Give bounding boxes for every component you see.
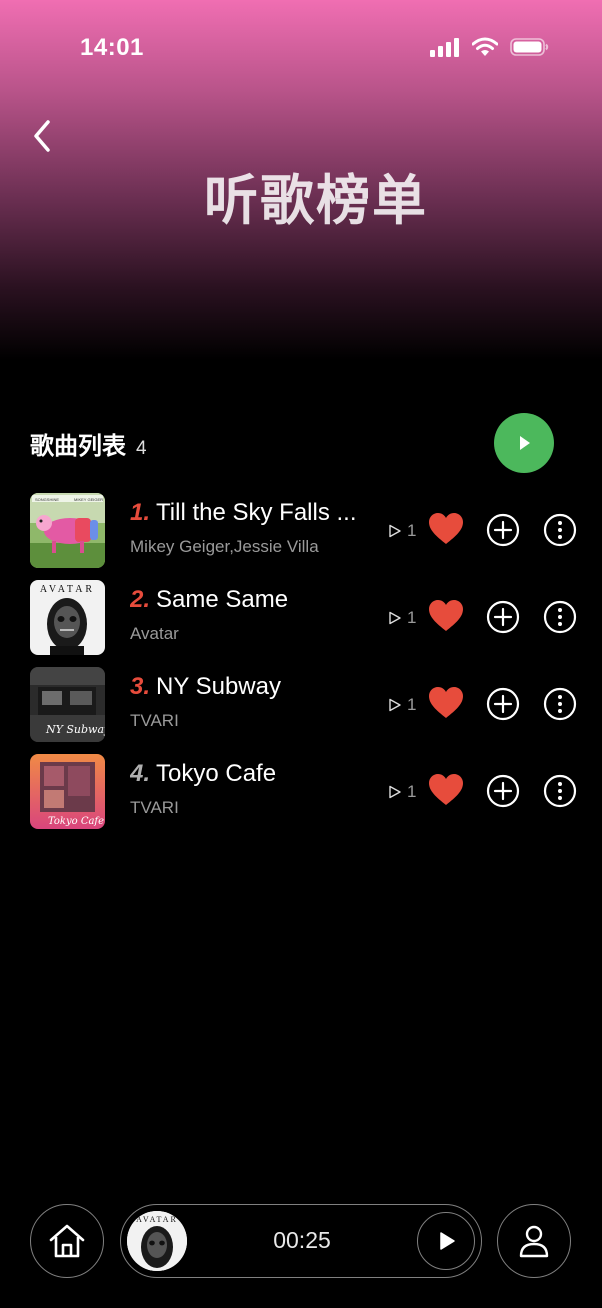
svg-text:SONGSHINE: SONGSHINE — [35, 497, 59, 502]
song-row[interactable]: SONGSHINE MIKEY GEIGER 1. Till the Sky Fa… — [0, 493, 602, 569]
song-title: 4. Tokyo Cafe — [130, 760, 374, 788]
bottom-bar: AVATAR 00:25 — [0, 1204, 602, 1282]
mini-player-play-button[interactable] — [417, 1212, 475, 1270]
svg-text:MIKEY GEIGER: MIKEY GEIGER — [74, 497, 103, 502]
play-outline-icon — [389, 524, 401, 538]
song-title: 3. NY Subway — [130, 673, 374, 701]
section-count: 4 — [136, 438, 147, 459]
more-icon[interactable] — [543, 774, 577, 808]
song-title-text: Same Same — [156, 586, 289, 613]
song-rank: 2. — [130, 586, 151, 613]
play-icon — [440, 1232, 455, 1250]
more-icon[interactable] — [543, 513, 577, 547]
song-cover: AVATAR — [30, 580, 105, 655]
play-all-button[interactable] — [494, 413, 554, 473]
song-row[interactable]: Tokyo Cafe 4. Tokyo Cafe TVARI 1 — [0, 754, 602, 830]
song-title-text: Tokyo Cafe — [156, 760, 277, 787]
heart-icon[interactable] — [428, 599, 464, 633]
more-icon[interactable] — [543, 600, 577, 634]
heart-icon[interactable] — [428, 773, 464, 807]
heart-icon[interactable] — [428, 686, 464, 720]
profile-button[interactable] — [497, 1204, 571, 1278]
play-icon — [520, 436, 530, 450]
home-button[interactable] — [30, 1204, 104, 1278]
song-artist: TVARI — [130, 711, 179, 730]
play-count: 1 — [388, 695, 416, 715]
song-cover: NY Subway — [30, 667, 105, 742]
add-icon[interactable] — [486, 600, 520, 634]
play-outline-icon — [389, 698, 401, 712]
play-count-value: 1 — [407, 521, 417, 540]
section-title: 歌曲列表 — [30, 432, 126, 460]
play-count-value: 1 — [407, 782, 417, 801]
svg-text:AVATAR: AVATAR — [40, 584, 95, 595]
play-count: 1 — [388, 782, 416, 802]
song-title-text: Till the Sky Falls ... — [156, 499, 357, 526]
song-title: 2. Same Same — [130, 586, 374, 614]
svg-text:AVATAR: AVATAR — [136, 1215, 178, 1224]
battery-icon — [510, 38, 549, 56]
play-outline-icon — [389, 785, 401, 799]
song-cover: Tokyo Cafe — [30, 754, 105, 829]
song-cover: SONGSHINE MIKEY GEIGER — [30, 493, 105, 568]
mini-player[interactable]: AVATAR 00:25 — [120, 1204, 482, 1278]
back-chevron-icon[interactable] — [28, 116, 60, 156]
add-icon[interactable] — [486, 687, 520, 721]
more-icon[interactable] — [543, 687, 577, 721]
add-icon[interactable] — [486, 774, 520, 808]
song-row[interactable]: NY Subway 3. NY Subway TVARI 1 — [0, 667, 602, 743]
song-list-header: 歌曲列表 4 — [30, 426, 147, 461]
song-rank: 1. — [130, 499, 151, 526]
svg-text:Tokyo Cafe: Tokyo Cafe — [48, 816, 104, 827]
wifi-icon — [472, 37, 498, 56]
song-title: 1. Till the Sky Falls ... — [130, 499, 374, 527]
play-count: 1 — [388, 521, 416, 541]
song-rank: 3. — [130, 673, 151, 700]
play-count: 1 — [388, 608, 416, 628]
status-bar: 14:01 — [0, 0, 602, 96]
song-row[interactable]: AVATAR 2. Same Same Avatar 1 — [0, 580, 602, 656]
status-icons — [430, 37, 550, 57]
play-count-value: 1 — [407, 608, 417, 627]
song-artist: Mikey Geiger,Jessie Villa — [130, 537, 319, 556]
play-count-value: 1 — [407, 695, 417, 714]
signal-icon — [430, 38, 459, 57]
svg-text:NY Subway: NY Subway — [45, 723, 105, 736]
heart-icon[interactable] — [428, 512, 464, 546]
song-title-text: NY Subway — [156, 673, 281, 700]
profile-icon — [519, 1225, 549, 1258]
status-time: 14:01 — [80, 34, 144, 61]
page-title: 听歌榜单 — [204, 169, 428, 232]
play-outline-icon — [389, 611, 401, 625]
song-artist: TVARI — [130, 798, 179, 817]
song-artist: Avatar — [130, 624, 179, 643]
add-icon[interactable] — [486, 513, 520, 547]
home-icon — [49, 1224, 85, 1258]
song-rank: 4. — [130, 760, 151, 787]
